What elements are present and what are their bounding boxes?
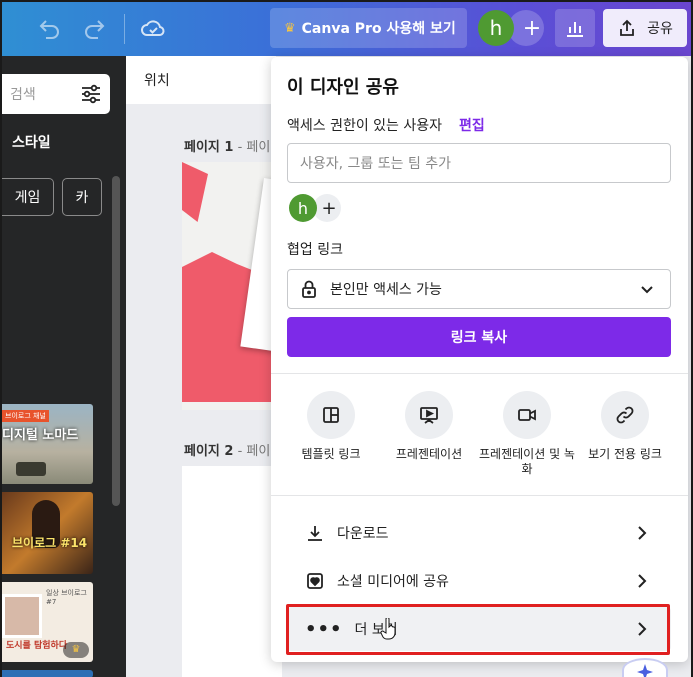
bar-chart-icon — [567, 22, 583, 37]
option-presentation-record[interactable]: 프레젠테이션 및 녹화 — [479, 391, 575, 477]
share-panel: 이 디자인 공유 액세스 권한이 있는 사용자 편집 사용자, 그룹 또는 팀 … — [271, 57, 688, 662]
option-view-only-link[interactable]: 보기 전용 링크 — [577, 391, 673, 462]
collaborator-avatar[interactable]: h — [289, 194, 317, 222]
thumbnail-badge: 브이로그 채널 — [2, 410, 49, 422]
social-share-row[interactable]: 소셜 미디어에 공유 — [287, 559, 671, 603]
page-2-preview[interactable] — [182, 466, 282, 677]
magic-button[interactable] — [622, 658, 668, 677]
copy-link-button[interactable]: 링크 복사 — [287, 317, 671, 357]
page-1-suffix: - 페이 — [233, 140, 271, 155]
collab-link-label: 협업 링크 — [287, 242, 343, 258]
position-label: 위치 — [144, 73, 170, 89]
link-icon — [601, 391, 649, 439]
heart-icon — [307, 573, 323, 589]
toolbar-divider — [124, 14, 125, 44]
avatar-letter: h — [489, 16, 503, 40]
thumbnail-title: 브이로그 #14 — [12, 536, 88, 550]
upload-icon — [620, 19, 635, 36]
page-1-title: 페이지 1 — [184, 140, 234, 155]
insights-button[interactable] — [555, 9, 595, 47]
chip-game[interactable]: 게임 — [2, 178, 54, 216]
chip-next[interactable]: 카 — [62, 178, 102, 216]
copy-link-label: 링크 복사 — [450, 330, 508, 346]
share-button[interactable]: 공유 — [603, 9, 687, 47]
chevron-right-icon — [638, 574, 647, 588]
left-panel: 검색 스타일 게임 카 브이로그 채널 디지털 노마드 브이로그 #14 일상 … — [2, 56, 126, 677]
chevron-down-icon — [641, 286, 653, 294]
template-thumbnail[interactable]: 브이로그 #14 — [2, 492, 93, 574]
presentation-icon — [405, 391, 453, 439]
hand-cursor-icon — [380, 618, 396, 640]
crown-icon: ♛ — [63, 642, 89, 658]
plus-icon: + — [321, 197, 337, 219]
thumbnail-title: 디지털 노마드 — [2, 428, 79, 443]
top-bar: ♛ Canva Pro 사용해 보기 + h 공유 — [2, 2, 691, 56]
page-2-label: 페이지 2 - 페이 — [184, 440, 270, 459]
option-label: 프레젠테이션 — [395, 447, 463, 461]
download-row[interactable]: 다운로드 — [287, 511, 671, 555]
page-1-label: 페이지 1 - 페이 — [184, 136, 270, 155]
scrollbar[interactable] — [112, 176, 120, 506]
people-silhouettes — [16, 462, 46, 476]
row-label: 소셜 미디어에 공유 — [337, 574, 449, 590]
option-template-link[interactable]: 템플릿 링크 — [283, 391, 379, 462]
position-header[interactable]: 위치 — [126, 56, 276, 104]
add-person-button[interactable]: + — [313, 194, 341, 222]
try-pro-label: Canva Pro 사용해 보기 — [301, 21, 456, 37]
undo-icon[interactable] — [36, 16, 62, 42]
add-people-input[interactable]: 사용자, 그룹 또는 팀 추가 — [287, 143, 671, 183]
highlight-box — [286, 604, 670, 655]
access-label: 액세스 권한이 있는 사용자 — [287, 118, 443, 134]
sparkle-icon — [637, 664, 653, 677]
plus-icon: + — [522, 15, 542, 41]
add-people-placeholder: 사용자, 그룹 또는 팀 추가 — [300, 156, 452, 172]
page-2-suffix: - 페이 — [233, 444, 271, 459]
row-label: 다운로드 — [337, 526, 389, 542]
option-label: 보기 전용 링크 — [588, 447, 662, 461]
photo-card — [2, 594, 42, 638]
page-2-title: 페이지 2 — [184, 444, 234, 459]
option-label: 프레젠테이션 및 녹화 — [479, 447, 575, 476]
user-avatar[interactable]: h — [478, 10, 514, 46]
crown-icon: ♛ — [284, 20, 296, 36]
pink-paper-shape — [182, 162, 208, 222]
edit-link[interactable]: 편집 — [459, 115, 485, 135]
cloud-saved-icon[interactable] — [140, 16, 166, 42]
template-icon — [307, 391, 355, 439]
search-input[interactable]: 검색 — [2, 74, 110, 114]
option-presentation[interactable]: 프레젠테이션 — [381, 391, 477, 462]
page-1-preview[interactable] — [182, 162, 282, 410]
filter-icon[interactable] — [80, 84, 102, 104]
lock-icon — [302, 280, 316, 298]
access-option-label: 본인만 액세스 가능 — [330, 282, 442, 298]
redo-icon[interactable] — [82, 16, 108, 42]
template-thumbnail[interactable]: 브이로그 채널 디지털 노마드 — [2, 404, 93, 484]
avatar-letter: h — [297, 198, 309, 218]
panel-title: 이 디자인 공유 — [287, 77, 399, 98]
template-thumbnail[interactable] — [2, 670, 93, 677]
record-icon — [503, 391, 551, 439]
divider — [271, 495, 688, 496]
share-label: 공유 — [647, 21, 673, 37]
thumbnail-subtitle: 일상 브이로그 #7 — [46, 589, 87, 606]
divider — [271, 373, 688, 374]
access-level-select[interactable]: 본인만 액세스 가능 — [287, 269, 671, 309]
template-thumbnail[interactable]: 일상 브이로그 #7 도시를 탐험하다 ♛ — [2, 582, 93, 662]
chip-label: 게임 — [14, 190, 41, 206]
download-icon — [308, 526, 322, 541]
search-placeholder: 검색 — [10, 87, 36, 103]
option-label: 템플릿 링크 — [301, 447, 361, 461]
chip-label: 카 — [75, 190, 89, 206]
chevron-right-icon — [638, 526, 647, 540]
style-heading: 스타일 — [12, 135, 51, 151]
try-pro-button[interactable]: ♛ Canva Pro 사용해 보기 — [270, 8, 467, 48]
thumbnail-title: 도시를 탐험하다 — [6, 641, 68, 651]
